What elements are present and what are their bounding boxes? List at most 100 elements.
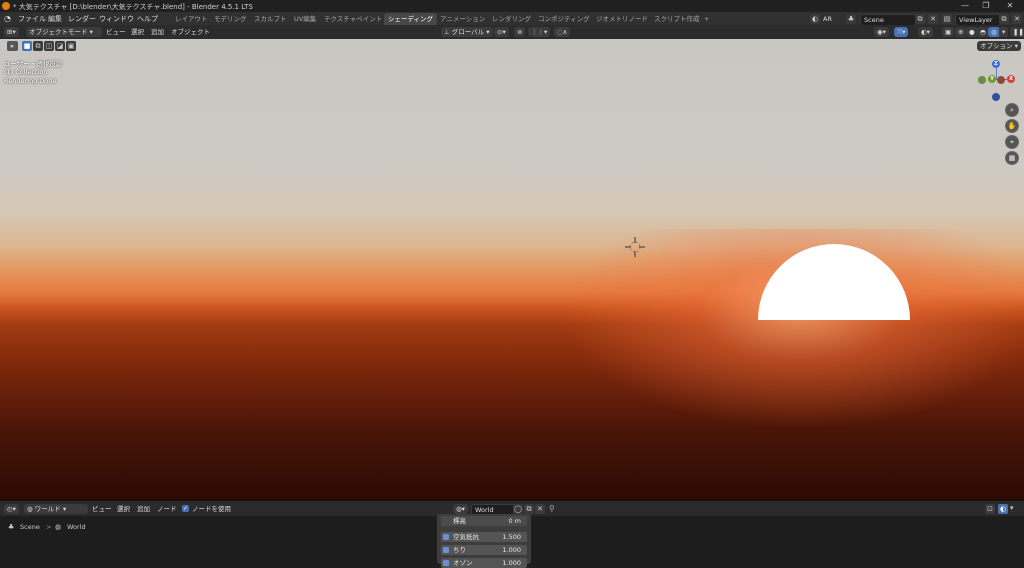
shading-options-dropdown[interactable]: ▾ bbox=[999, 27, 1009, 37]
input-socket[interactable] bbox=[443, 547, 449, 553]
proportional-edit-toggle[interactable]: ◌∧ bbox=[554, 27, 571, 37]
world-browse-icon[interactable]: ◍▾ bbox=[453, 504, 468, 514]
menu-select[interactable]: 選択 bbox=[131, 27, 144, 37]
ne-menu-select[interactable]: 選択 bbox=[117, 504, 130, 514]
ar-icon[interactable]: ◐ bbox=[810, 14, 820, 24]
new-view-layer-icon[interactable]: ⧉ bbox=[999, 14, 1009, 24]
add-workspace-button[interactable]: + bbox=[700, 13, 713, 25]
pivot-dropdown[interactable]: ⊙▾ bbox=[494, 27, 509, 37]
xray-toggle[interactable]: ▣ bbox=[942, 27, 955, 37]
delete-scene-icon[interactable]: ✕ bbox=[928, 14, 938, 24]
unlink-world-icon[interactable]: ✕ bbox=[535, 504, 545, 514]
input-socket[interactable] bbox=[443, 534, 449, 540]
visibility-dropdown[interactable]: ◉▾ bbox=[874, 27, 889, 37]
gizmo-axis-neg-x[interactable] bbox=[997, 76, 1005, 84]
menu-add[interactable]: 追加 bbox=[151, 27, 164, 37]
view-layer-icon[interactable]: ▤ bbox=[942, 14, 952, 24]
menu-view[interactable]: ビュー bbox=[106, 27, 126, 37]
orientation-dropdown[interactable]: ⊥ グローバル ▾ bbox=[441, 27, 493, 37]
close-window-button[interactable]: ✕ bbox=[1000, 1, 1020, 11]
gizmo-axis-neg-z[interactable] bbox=[992, 93, 1000, 101]
tab-animation[interactable]: アニメーション bbox=[436, 13, 489, 25]
overlay-toggle[interactable]: ◐▾ bbox=[918, 27, 933, 37]
ar-label: AR bbox=[823, 15, 832, 23]
new-scene-icon[interactable]: ⧉ bbox=[915, 14, 925, 24]
shader-type-label: ワールド bbox=[34, 505, 61, 513]
camera-view-icon[interactable]: ⌖ bbox=[1005, 135, 1019, 149]
gizmo-axis-z[interactable]: Z bbox=[992, 60, 1000, 68]
air-density-value: 1.500 bbox=[502, 533, 521, 541]
shader-type-dropdown[interactable]: ◍ ワールド ▾ bbox=[24, 504, 88, 514]
gizmo-axis-neg-y[interactable] bbox=[978, 76, 986, 84]
zoom-icon[interactable]: ⌕ bbox=[1005, 103, 1019, 117]
blender-menu-icon[interactable]: ◔ bbox=[4, 14, 11, 23]
snap-dropdown[interactable]: ⋮⋮▾ bbox=[528, 27, 551, 37]
pin-icon[interactable]: ⚲ bbox=[549, 504, 555, 513]
ne-snap-icon[interactable]: ⊡ bbox=[985, 504, 995, 514]
gizmo-toggle[interactable]: ⤧▾ bbox=[894, 27, 909, 37]
menu-object[interactable]: オブジェクト bbox=[171, 27, 210, 37]
select-new-icon[interactable]: ■ bbox=[22, 41, 32, 51]
ozone-density-value: 1.000 bbox=[502, 559, 521, 567]
ozone-density-field[interactable]: オゾン 1.000 bbox=[441, 558, 527, 568]
new-world-icon[interactable]: ⧉ bbox=[524, 504, 534, 514]
tab-compositing[interactable]: コンポジティング bbox=[534, 13, 594, 25]
ne-overlay-icon[interactable]: ◐ bbox=[998, 504, 1008, 514]
3d-cursor-icon[interactable] bbox=[625, 237, 645, 257]
fake-user-icon[interactable]: ◯ bbox=[513, 504, 523, 514]
gizmo-axis-x[interactable]: X bbox=[1007, 75, 1015, 83]
tab-uv-editing[interactable]: UV編集 bbox=[290, 13, 320, 25]
ne-menu-view[interactable]: ビュー bbox=[92, 504, 112, 514]
altitude-label: 標高 bbox=[453, 517, 466, 525]
editor-type-icon[interactable]: ⊞▾ bbox=[4, 27, 19, 37]
tab-geometry-nodes[interactable]: ジオメトリノード bbox=[592, 13, 652, 25]
air-density-field[interactable]: 空気抵抗 1.500 bbox=[441, 532, 527, 542]
pan-hand-icon[interactable]: ✋ bbox=[1005, 119, 1019, 133]
viewport-header: ⊞▾ オブジェクトモード ▾ ビュー 選択 追加 オブジェクト ⊥ グローバル … bbox=[0, 25, 1024, 39]
shading-rendered[interactable]: ◍ bbox=[988, 27, 1000, 37]
dust-density-field[interactable]: ちり 1.000 bbox=[441, 545, 527, 555]
maximize-button[interactable]: ❐ bbox=[976, 1, 996, 11]
mode-label: オブジェクトモード bbox=[29, 28, 88, 36]
select-intersect-icon[interactable]: ▣ bbox=[66, 41, 76, 51]
use-nodes-checkbox[interactable]: ✓ bbox=[182, 505, 189, 512]
gizmo-axis-y[interactable]: Y bbox=[988, 75, 996, 83]
tab-modeling[interactable]: モデリング bbox=[210, 13, 251, 25]
mode-dropdown[interactable]: オブジェクトモード ▾ bbox=[26, 27, 102, 37]
navigation-gizmo[interactable]: Z X Y bbox=[977, 58, 1017, 104]
options-dropdown[interactable]: オプション ▾ bbox=[977, 41, 1021, 51]
select-invert-icon[interactable]: ◪ bbox=[55, 41, 65, 51]
sky-texture-node[interactable]: 標高 0 m 空気抵抗 1.500 ちり 1.000 オゾン 1.000 bbox=[437, 514, 531, 568]
menu-help[interactable]: ヘルプ bbox=[137, 14, 158, 24]
menu-render[interactable]: レンダー bbox=[68, 14, 96, 24]
tab-rendering[interactable]: レンダリング bbox=[488, 13, 535, 25]
select-subtract-icon[interactable]: ◫ bbox=[44, 41, 54, 51]
node-editor-type-icon[interactable]: ◴▾ bbox=[4, 504, 19, 514]
delete-view-layer-icon[interactable]: ✕ bbox=[1012, 14, 1022, 24]
menu-file[interactable]: ファイル bbox=[18, 14, 46, 24]
tab-scripting[interactable]: スクリプト作成 bbox=[650, 13, 704, 25]
tab-shading[interactable]: シェーディング bbox=[384, 13, 438, 25]
tab-layout[interactable]: レイアウト bbox=[171, 13, 212, 25]
shading-solid[interactable]: ● bbox=[966, 27, 978, 37]
ne-menu-node[interactable]: ノード bbox=[157, 504, 177, 514]
tab-sculpt[interactable]: スカルプト bbox=[250, 13, 291, 25]
shading-material[interactable]: ◓ bbox=[977, 27, 989, 37]
ne-overlay-dropdown[interactable]: ▾ bbox=[1010, 504, 1014, 512]
menu-edit[interactable]: 編集 bbox=[48, 14, 62, 24]
minimize-button[interactable]: — bbox=[955, 1, 975, 11]
tab-texture-paint[interactable]: テクスチャペイント bbox=[320, 13, 386, 25]
3d-viewport[interactable]: ▸ ■ ⧉ ◫ ◪ ▣ ユーザー・透視投影 (1) Collection Ren… bbox=[0, 39, 1024, 500]
scene-icon[interactable]: ♣ bbox=[846, 14, 856, 24]
snap-toggle[interactable]: ⊚ bbox=[514, 27, 526, 37]
select-extend-icon[interactable]: ⧉ bbox=[33, 41, 43, 51]
ne-menu-add[interactable]: 追加 bbox=[137, 504, 150, 514]
altitude-value: 0 m bbox=[508, 517, 521, 525]
shading-wireframe[interactable]: ⊕ bbox=[955, 27, 967, 37]
menu-window[interactable]: ウィンドウ bbox=[99, 14, 134, 24]
pause-render-button[interactable]: ❚❚ bbox=[1010, 27, 1024, 37]
input-socket[interactable] bbox=[443, 560, 449, 566]
altitude-field[interactable]: 標高 0 m bbox=[441, 516, 527, 526]
perspective-grid-icon[interactable]: ▦ bbox=[1005, 151, 1019, 165]
tool-cursor-icon[interactable]: ▸ bbox=[7, 41, 18, 51]
